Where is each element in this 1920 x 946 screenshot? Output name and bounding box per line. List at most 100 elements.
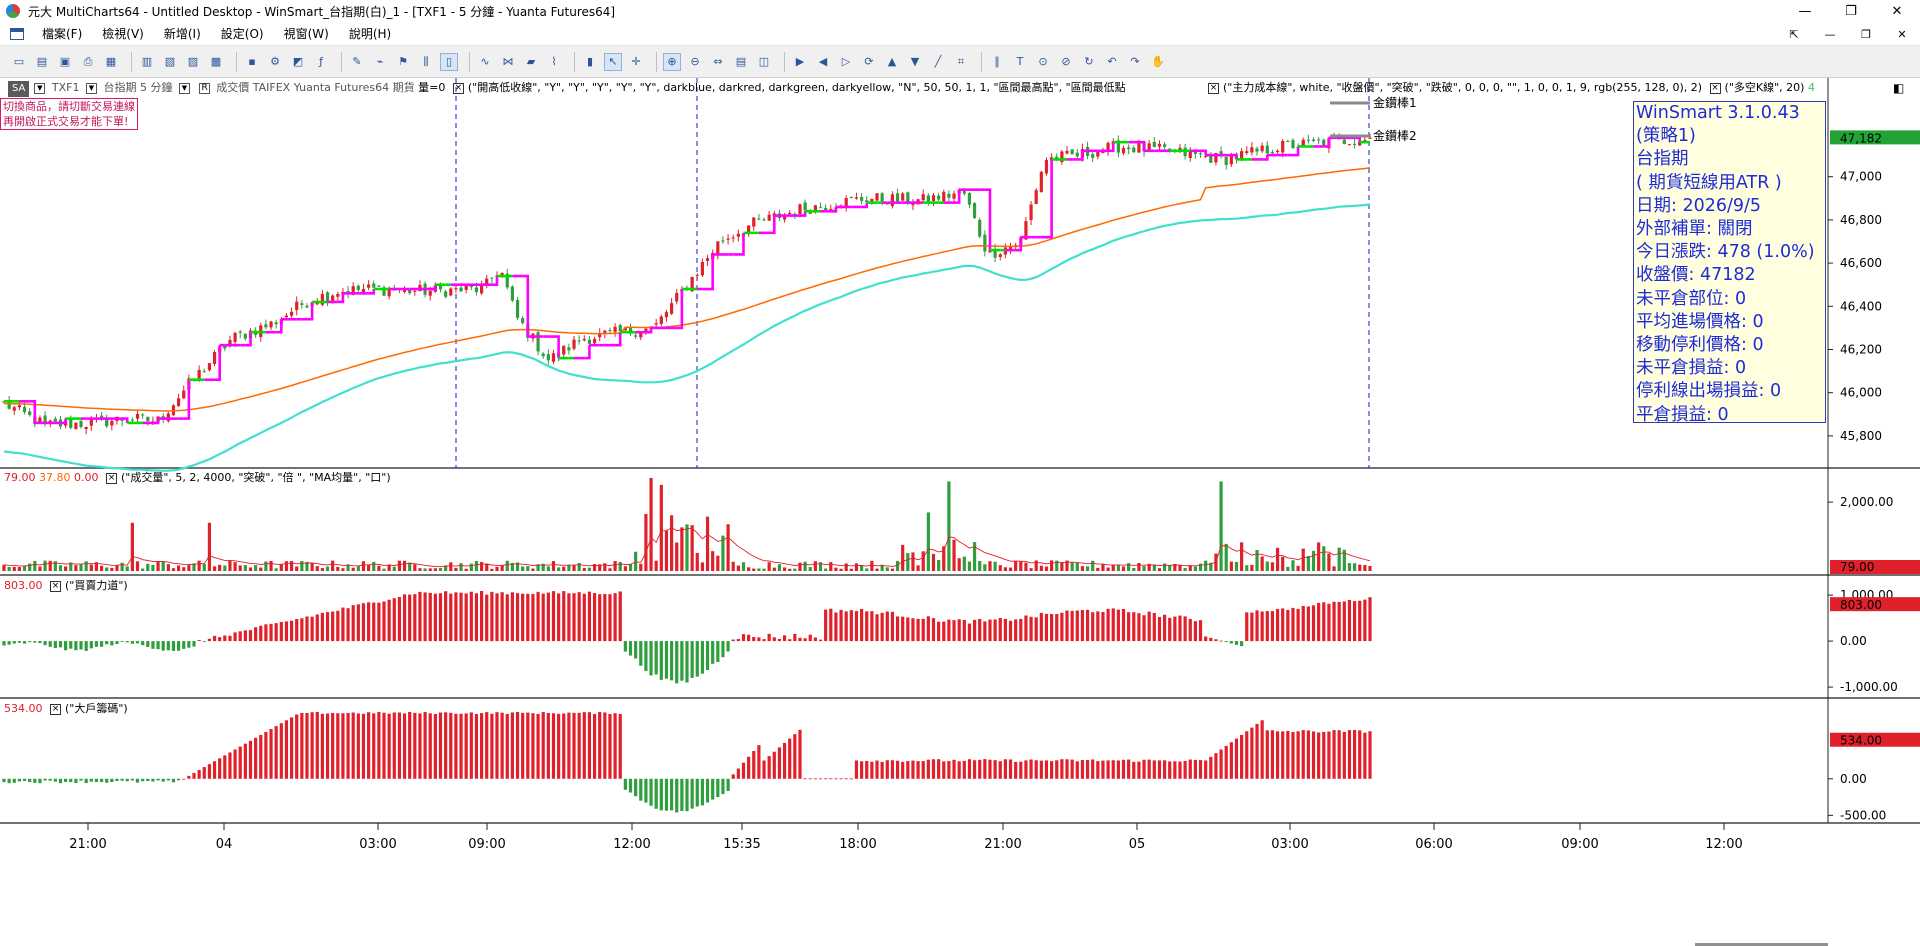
candle-body: [212, 352, 217, 364]
study-buy-sell-power[interactable]: ("買賣力道"): [65, 579, 128, 592]
menu-window[interactable]: 視窗(W): [274, 25, 339, 42]
menu-view[interactable]: 檢視(V): [92, 25, 154, 42]
chart-canvas[interactable]: 金鑽棒1 金鑽棒2 47,000 46,800 46,600 46,400 46,200 46…: [0, 78, 1920, 946]
candle-body: [700, 261, 705, 276]
redo-icon[interactable]: ↷: [1126, 53, 1144, 71]
big-player-bar: [125, 778, 129, 782]
symbol-select[interactable]: SA: [8, 81, 30, 97]
text-icon[interactable]: T: [1011, 53, 1029, 71]
quote-icon[interactable]: ▩: [207, 53, 225, 71]
alert-icon[interactable]: ⚑: [394, 53, 412, 71]
info-line: 移動停利價格: 0: [1636, 335, 1764, 356]
hand-icon[interactable]: ✋: [1149, 53, 1167, 71]
settings-icon[interactable]: ⚙: [266, 53, 284, 71]
close-button[interactable]: ✕: [1874, 0, 1920, 22]
crosshair-icon[interactable]: ✛: [627, 53, 645, 71]
candlestick-icon[interactable]: ▯: [440, 52, 458, 71]
close-icon[interactable]: ×: [1709, 82, 1721, 94]
volume-bar: [957, 558, 961, 571]
maximize-button[interactable]: ❐: [1828, 0, 1874, 22]
channel-icon[interactable]: ∥: [988, 53, 1006, 71]
mdi-detach-button[interactable]: ⇱: [1776, 22, 1812, 46]
info-line: 日期: 2026/9/5: [1636, 195, 1762, 216]
volume-bar: [849, 568, 853, 571]
data-window-icon[interactable]: ▤: [732, 53, 750, 71]
up-icon[interactable]: ▲: [883, 53, 901, 71]
volume-bar: [187, 565, 191, 571]
mdi-close-button[interactable]: ✕: [1884, 22, 1920, 46]
dom-icon[interactable]: ▨: [184, 53, 202, 71]
realtime-mode-button[interactable]: R: [199, 82, 210, 94]
study-main-cost-line[interactable]: ("主力成本線", white, "收盤價", "突破", "跌破", 0, 0…: [1223, 81, 1702, 94]
study-volume[interactable]: ("成交量", 5, 2, 4000, "突破", "倍 ", "MA均量", …: [121, 471, 391, 484]
chevron-down-icon[interactable]: ▼: [34, 82, 46, 94]
menu-help[interactable]: 說明(H): [339, 25, 401, 42]
step-back-icon[interactable]: ◀: [814, 53, 832, 71]
volume-bar-icon[interactable]: ▮: [581, 53, 599, 71]
close-icon[interactable]: ×: [50, 580, 61, 592]
big-player-bar: [1111, 760, 1115, 779]
formats-icon[interactable]: ◩: [289, 53, 307, 71]
refresh-icon[interactable]: ↻: [1080, 53, 1098, 71]
candle-body: [274, 322, 278, 325]
scroll-icon[interactable]: ⇔: [709, 53, 727, 71]
study-bull-bear-k[interactable]: ("多空K線", 20): [1725, 81, 1805, 94]
stop-step-line: [1262, 155, 1269, 161]
renko-icon[interactable]: ▰: [522, 53, 540, 71]
big-player-bar: [818, 778, 823, 780]
study-big-player-chips[interactable]: ("大戶籌碼"): [65, 702, 128, 715]
step-forward-icon[interactable]: ▷: [837, 53, 855, 71]
order-icon[interactable]: ▪: [243, 53, 261, 71]
zoom-in-icon[interactable]: ⊕: [663, 52, 681, 71]
trendline-icon[interactable]: ╱: [929, 53, 947, 71]
big-player-bar: [798, 729, 802, 779]
drawing-icon[interactable]: ⌁: [371, 53, 389, 71]
panel-toggle-icon[interactable]: ◧: [1893, 81, 1904, 95]
sync-icon[interactable]: ⟳: [860, 53, 878, 71]
print-icon[interactable]: ⎙: [79, 53, 97, 71]
chart-window[interactable]: 金鑽棒1 金鑽棒2 47,000 46,800 46,600 46,400 46,200 46…: [0, 78, 1920, 946]
volume-bar: [1137, 562, 1141, 571]
time-tick-label: 09:00: [468, 837, 505, 852]
status-icon[interactable]: ◫: [755, 53, 773, 71]
buy-power-bar: [967, 623, 972, 642]
minimize-button[interactable]: —: [1782, 0, 1828, 22]
big-player-bar: [171, 778, 176, 783]
cursor-icon[interactable]: ↖: [604, 52, 622, 71]
chart-window-icon[interactable]: ▥: [138, 53, 156, 71]
close-icon[interactable]: ×: [1208, 82, 1219, 94]
candle-body: [490, 277, 494, 279]
fib-icon[interactable]: ⌗: [952, 53, 970, 71]
workspace-icon[interactable]: ▦: [102, 53, 120, 71]
zoom-out-icon[interactable]: ⊖: [686, 53, 704, 71]
close-icon[interactable]: ×: [50, 703, 61, 715]
save-icon[interactable]: ▣: [56, 53, 74, 71]
chevron-down-icon[interactable]: ▼: [85, 82, 97, 94]
line-chart-icon[interactable]: ∿: [476, 53, 494, 71]
scanner-icon[interactable]: ▧: [161, 53, 179, 71]
mdi-window-icon[interactable]: [10, 27, 24, 40]
undo-icon[interactable]: ↶: [1103, 53, 1121, 71]
open-folder-icon[interactable]: ▤: [33, 53, 51, 71]
strategy-icon[interactable]: ✎: [348, 53, 366, 71]
chevron-down-icon[interactable]: ▼: [178, 82, 190, 94]
study-ohlc-lines[interactable]: ("開高低收線", "Y", "Y", "Y", "Y", "Y", darkb…: [468, 81, 1126, 94]
reduce-icon[interactable]: ⊘: [1057, 53, 1075, 71]
playback-icon[interactable]: ▶: [791, 53, 809, 71]
new-window-icon[interactable]: ▭: [10, 53, 28, 71]
down-icon[interactable]: ▼: [906, 53, 924, 71]
mdi-restore-button[interactable]: ❐: [1848, 22, 1884, 46]
buy-power-bar: [531, 594, 535, 642]
menu-settings[interactable]: 設定(O): [211, 25, 274, 42]
magnify-icon[interactable]: ⊙: [1034, 53, 1052, 71]
menu-file[interactable]: 檔案(F): [32, 25, 92, 42]
close-icon[interactable]: ×: [452, 82, 464, 94]
volume-bar: [1296, 565, 1300, 571]
kagi-icon[interactable]: ⌇: [545, 53, 563, 71]
close-icon[interactable]: ×: [106, 472, 117, 484]
mdi-minimize-button[interactable]: —: [1812, 22, 1848, 46]
point-figure-icon[interactable]: ⋈: [499, 53, 517, 71]
menu-insert[interactable]: 新增(I): [154, 25, 211, 42]
indicator-icon[interactable]: ƒ: [312, 53, 330, 71]
bar-chart-icon[interactable]: ⫼: [417, 53, 435, 71]
